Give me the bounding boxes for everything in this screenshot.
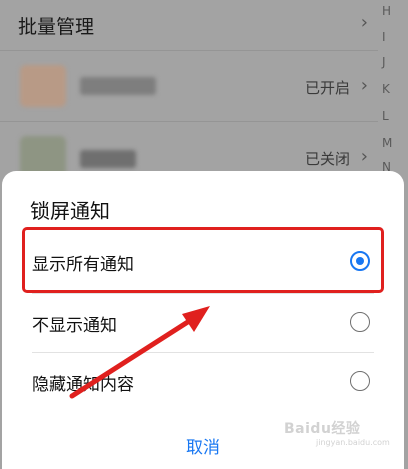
watermark-logo: Baidu经验 [284,421,361,437]
red-arrow-annotation [69,306,210,399]
watermark-url: jingyan.baidu.com [316,438,390,447]
